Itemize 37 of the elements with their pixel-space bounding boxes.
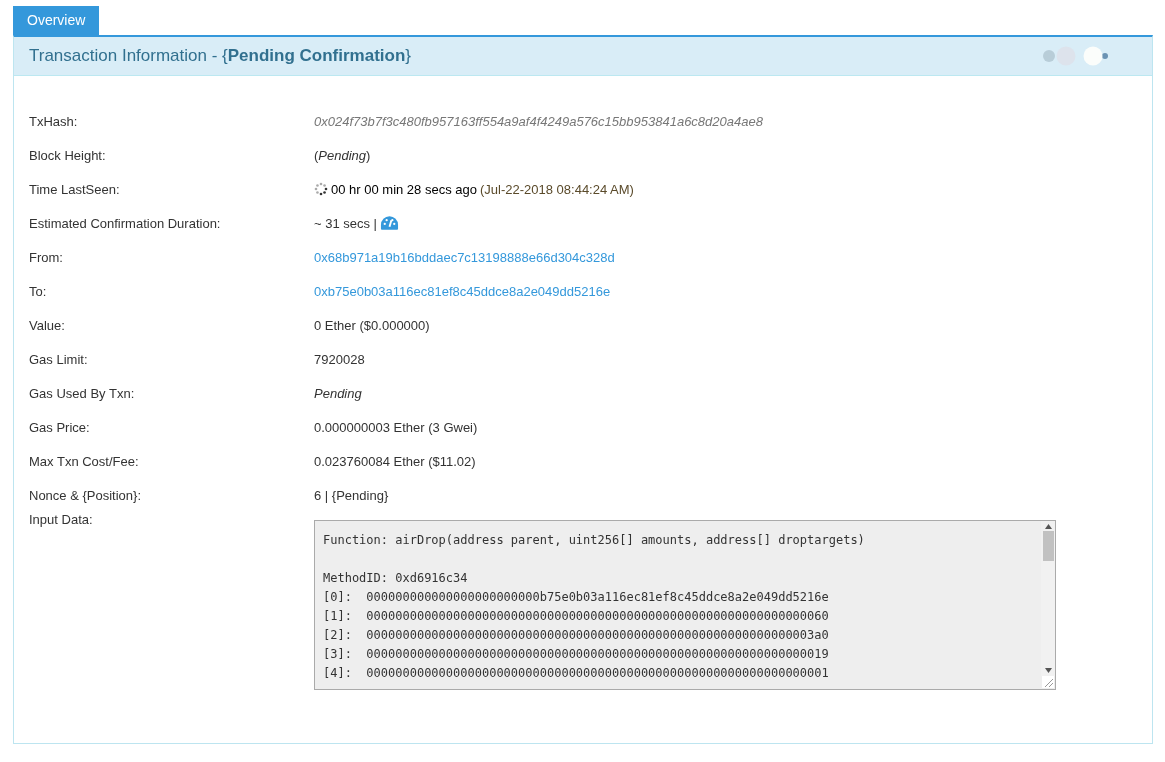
field-label: Block Height: (29, 147, 107, 163)
field-label: To: (29, 283, 48, 299)
field-label: Input Data: (29, 512, 94, 527)
field-label: Gas Used By Txn: (29, 385, 136, 401)
address-link[interactable]: 0x68b971a19b16bddaec7c13198888e66d304c328d (314, 249, 615, 265)
field-label: Max Txn Cost/Fee: (29, 453, 140, 469)
toggle-dots-icon (1042, 45, 1108, 67)
tx-hash: 0x024f73b7f3c480fb957163ff554a9af4f4249a576c15bb953841a6c8d20a4ae8 (314, 113, 763, 129)
field-label: Nonce & {Position}: (29, 487, 143, 503)
field-label: Gas Price: (29, 419, 91, 435)
scroll-down-arrow-icon[interactable] (1044, 668, 1052, 673)
field-label: Time LastSeen: (29, 181, 121, 197)
overview-tab[interactable]: Overview (13, 6, 100, 35)
field-value: (Pending) (314, 147, 371, 163)
spinner-icon (314, 182, 328, 196)
input-data-field[interactable]: Function: airDrop(address parent, uint256[] amounts, address[] droptargets) MethodID: 0xd6916c34 [0]: 000000000000000000000000b75e0b03a116ec81ef8c45ddce8a2e049dd5216e [1]: 0000000000000000000000000000000000000000000000000000000000000060 [2]: 00000000000000000000000000000000000000000000000000000000000003a0 [3]: 0000000000000000000000000000000000000000000000000000000000000019 [4]: 0000000000000000000000000000000000000000000000000000000000000001 (314, 520, 1056, 690)
field-label: TxHash: (29, 113, 79, 129)
panel-title: Transaction Information - {Pending Confirmation} (29, 46, 411, 66)
resize-grip-icon[interactable] (1042, 676, 1054, 688)
field-value: Pending (314, 385, 362, 401)
address-link[interactable]: 0xb75e0b03a116ec81ef8c45ddce8a2e049dd5216e (314, 283, 611, 299)
scroll-up-arrow-icon[interactable] (1044, 524, 1052, 529)
field-value: ~ 31 secs | (314, 215, 377, 231)
scrollbar-thumb[interactable] (1042, 531, 1054, 561)
field-value: 0 Ether ($0.000000) (314, 317, 430, 333)
gauge-icon[interactable] (380, 215, 399, 231)
field-label: Value: (29, 317, 66, 333)
field-label: Gas Limit: (29, 351, 89, 367)
time-ago: 00 hr 00 min 28 secs ago (331, 181, 477, 197)
field-value: 7920028 (314, 351, 365, 367)
field-value: 6 | {Pending} (314, 487, 389, 503)
field-value: 0.000000003 Ether (3 Gwei) (314, 419, 478, 435)
field-value: 0.023760084 Ether ($11.02) (314, 453, 476, 469)
field-label: Estimated Confirmation Duration: (29, 215, 222, 231)
timestamp: (Jul-22-2018 08:44:24 AM) (480, 181, 634, 197)
scrollbar[interactable] (1041, 521, 1055, 676)
field-label: From: (29, 249, 64, 265)
